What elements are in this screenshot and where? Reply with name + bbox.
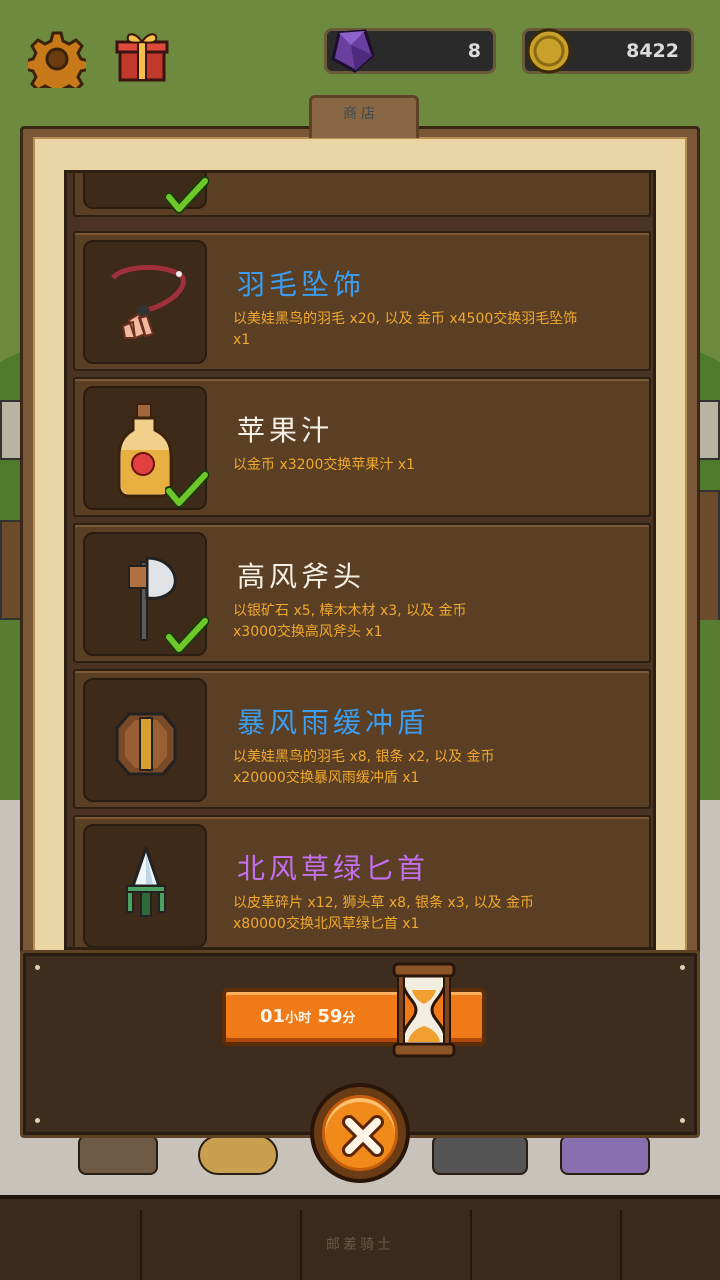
gold-coin-icon (526, 28, 572, 74)
list-item-storm-shield[interactable]: 暴风雨缓冲盾 以美娃黑鸟的羽毛 x8, 银条 x2, 以及 金币 x20000交… (73, 669, 651, 809)
hourglass-icon (392, 962, 456, 1058)
item-name: 北风草绿匕首 (237, 852, 430, 885)
check-icon (165, 470, 209, 508)
purple-gem-icon (331, 29, 375, 73)
footer-label: 邮差骑士 (326, 1237, 394, 1253)
necklace-icon (110, 265, 186, 340)
check-icon (165, 616, 209, 654)
list-item-gale-axe[interactable]: 高风斧头 以银矿石 x5, 樟木木材 x3, 以及 金币 x3000交换高风斧头… (73, 523, 651, 663)
shop-item-list[interactable]: 羽毛坠饰 以美娃黑鸟的羽毛 x20, 以及 金币 x4500交换羽毛坠饰 x1 … (64, 170, 656, 950)
item-description: 以皮革碎片 x12, 狮头草 x8, 银条 x3, 以及 金币 x80000交换… (233, 895, 534, 932)
item-thumbnail (83, 240, 207, 364)
item-description: 以美娃黑鸟的羽毛 x20, 以及 金币 x4500交换羽毛坠饰 x1 (233, 311, 578, 348)
item-name: 羽毛坠饰 (237, 268, 366, 301)
list-item-feather-pendant[interactable]: 羽毛坠饰 以美娃黑鸟的羽毛 x20, 以及 金币 x4500交换羽毛坠饰 x1 (73, 231, 651, 371)
item-description: 以银矿石 x5, 樟木木材 x3, 以及 金币 x3000交换高风斧头 x1 (233, 603, 467, 640)
coin-counter: 8422 (522, 28, 694, 74)
gem-counter: 8 (324, 28, 496, 74)
item-name: 高风斧头 (237, 560, 366, 593)
bg-item-bowl (198, 1135, 278, 1175)
item-description: 以金币 x3200交换苹果汁 x1 (233, 457, 416, 473)
gift-icon[interactable] (114, 28, 170, 84)
item-thumbnail (83, 824, 207, 947)
bg-item-gems (560, 1135, 650, 1175)
tab-shop-label: 商店 (343, 106, 379, 122)
list-item-apple-juice[interactable]: 苹果汁 以金币 x3200交换苹果汁 x1 (73, 377, 651, 517)
list-item-partial[interactable] (73, 173, 651, 217)
item-description: 以美娃黑鸟的羽毛 x8, 银条 x2, 以及 金币 x20000交换暴风雨缓冲盾… (233, 749, 495, 786)
bg-item-tools (432, 1135, 528, 1175)
item-thumbnail (83, 678, 207, 802)
item-name: 暴风雨缓冲盾 (237, 706, 430, 739)
item-name: 苹果汁 (237, 414, 334, 447)
shield-icon (115, 712, 177, 776)
timer-text: 01小时 59分 (260, 1006, 356, 1027)
close-icon (342, 1115, 384, 1157)
gear-icon[interactable] (28, 30, 86, 88)
bg-item-box (78, 1135, 158, 1175)
gem-count: 8 (467, 40, 481, 62)
tab-shop[interactable]: 商店 (309, 95, 419, 138)
coin-count: 8422 (626, 40, 679, 62)
close-button[interactable] (310, 1083, 410, 1183)
check-icon (165, 176, 209, 214)
dagger-icon (126, 846, 166, 917)
list-item-north-wind-dagger[interactable]: 北风草绿匕首 以皮革碎片 x12, 狮头草 x8, 银条 x3, 以及 金币 x… (73, 815, 651, 947)
